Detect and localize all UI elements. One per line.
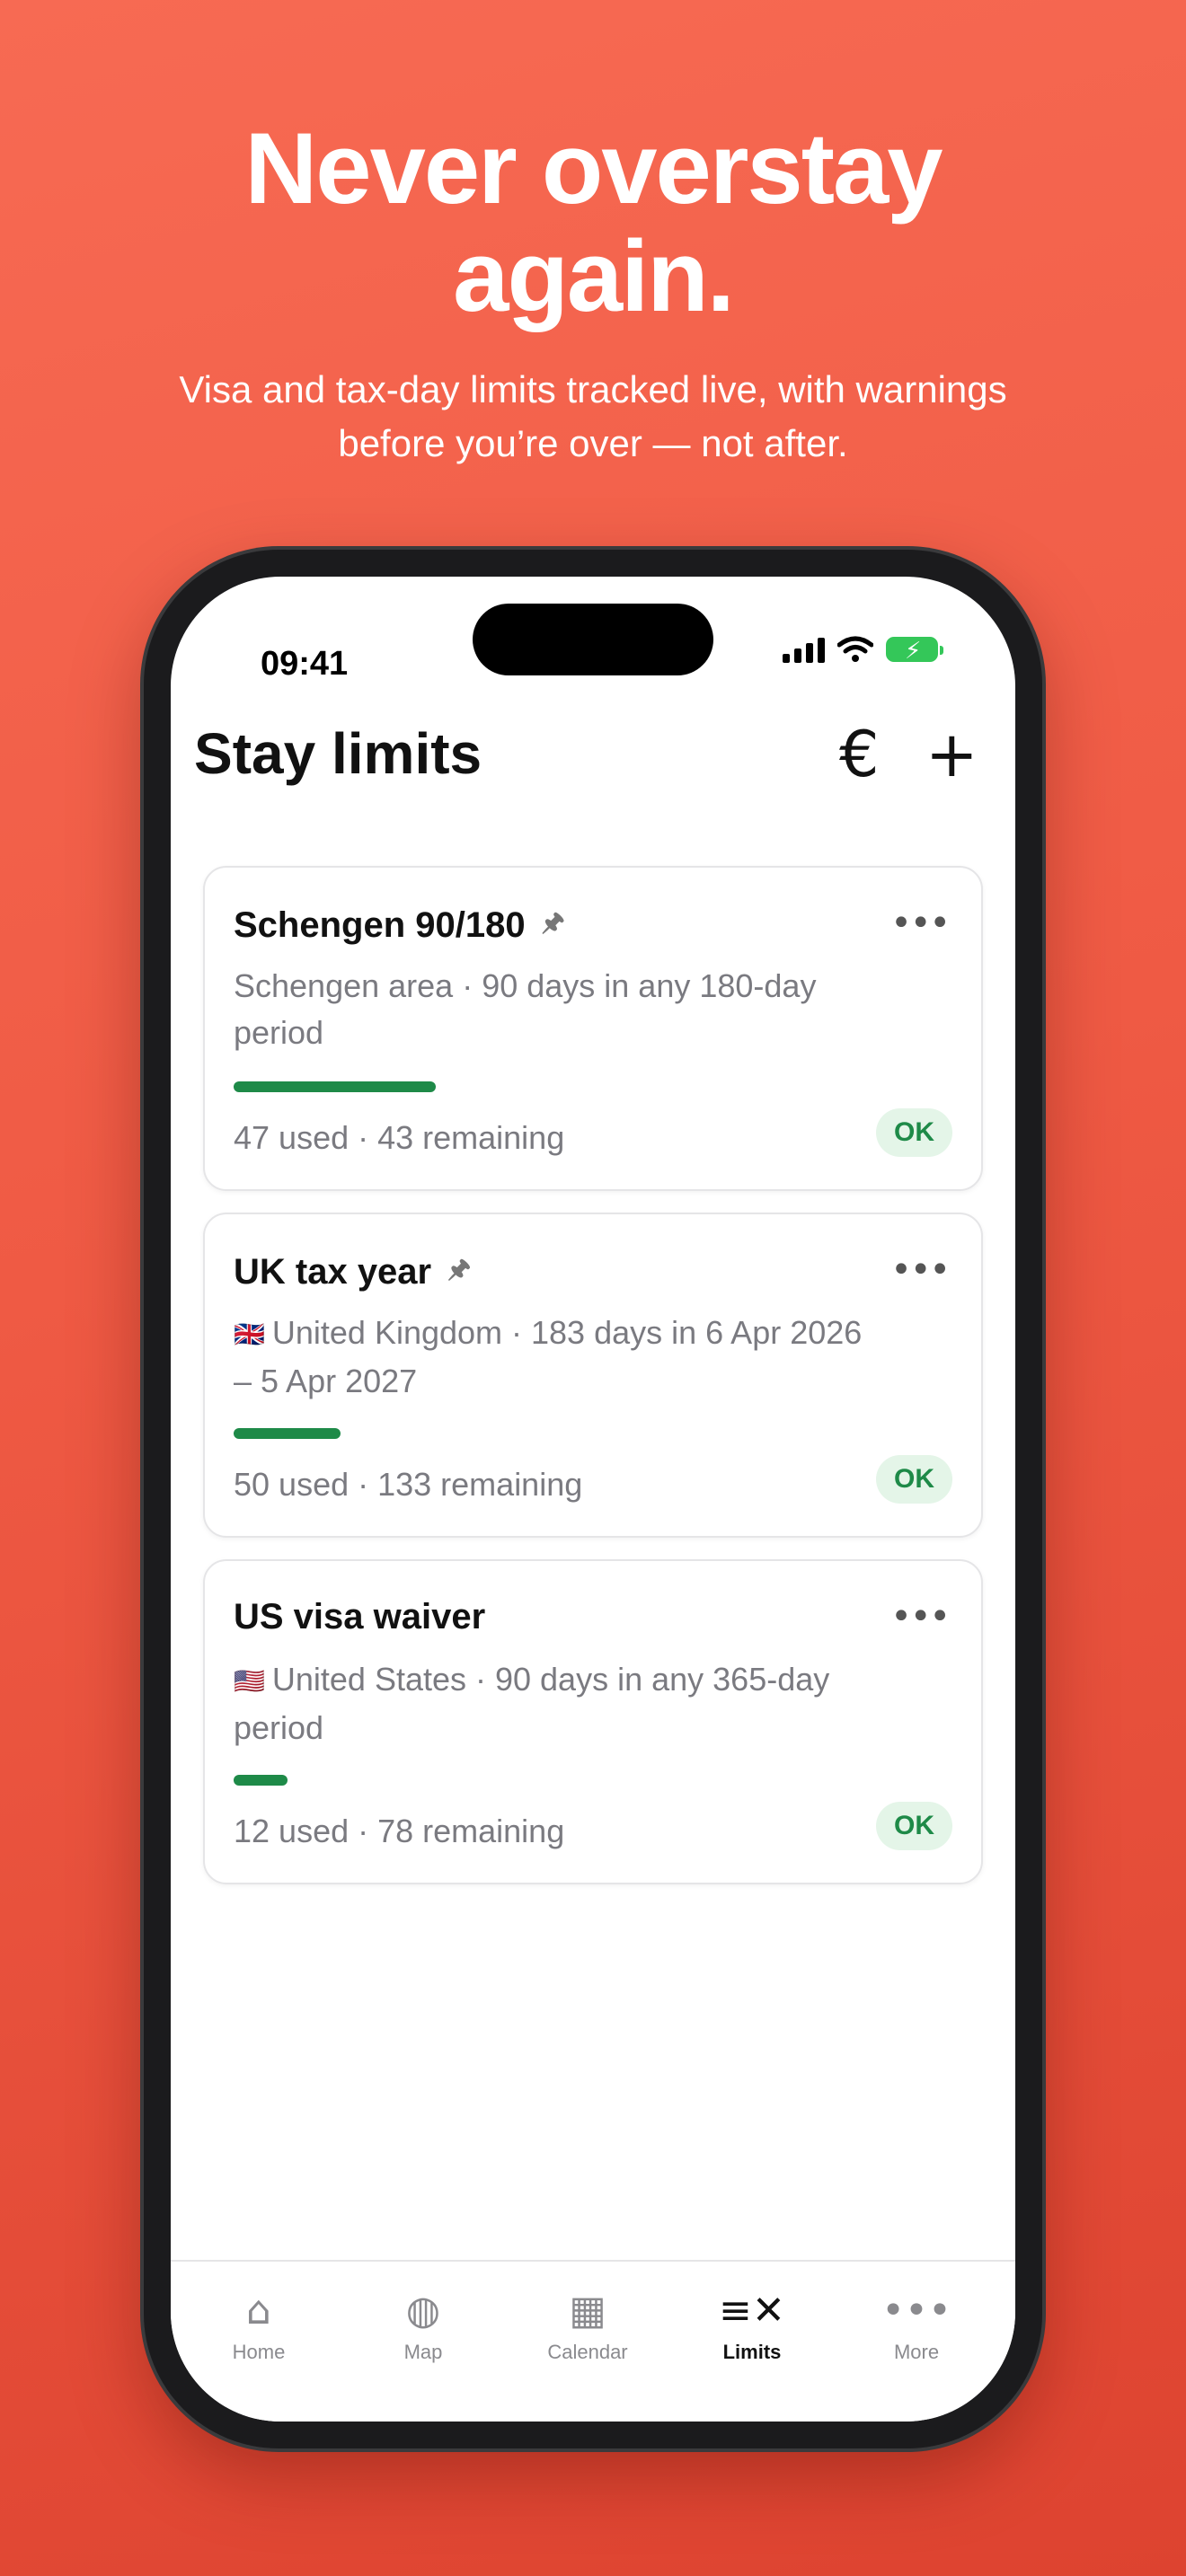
limit-card-schengen[interactable]: Schengen 90/180 🖈 ••• Schengen area · 90… — [203, 866, 983, 1191]
card-subtitle: 🇬🇧 United Kingdom · 183 days in 6 Apr 202… — [234, 1310, 916, 1405]
card-title: UK tax year 🖈 — [234, 1250, 471, 1293]
globe-icon: ◍ — [405, 2288, 441, 2333]
status-icons: ⚡ — [783, 636, 943, 664]
status-badge: OK — [876, 1455, 952, 1504]
subheadline: Visa and tax-day limits tracked live, wi… — [0, 363, 1186, 471]
card-subtitle-line-1: United States · 90 days in any 365-day — [271, 1661, 830, 1698]
card-subtitle-line-1: Schengen area · 90 days in any 180-day — [234, 967, 817, 1004]
headline-line-2: again. — [453, 220, 735, 332]
pin-icon: 🖈 — [541, 908, 565, 936]
card-subtitle: Schengen area · 90 days in any 180-day p… — [234, 963, 916, 1056]
pin-icon: 🖈 — [447, 1255, 472, 1283]
wifi-icon — [837, 636, 873, 662]
phone-frame: 09:41 ⚡ Stay limits € + Schengen 90/180 … — [144, 550, 1042, 2448]
tab-more[interactable]: ••• More — [845, 2287, 988, 2364]
subheadline-line-2: before you’re over — not after. — [338, 422, 848, 464]
more-options-button[interactable]: ••• — [885, 902, 954, 945]
usage-progress-bar — [234, 1428, 341, 1439]
card-subtitle: 🇺🇸 United States · 90 days in any 365-day… — [234, 1656, 916, 1751]
status-badge: OK — [876, 1802, 952, 1850]
card-title-text: UK tax year — [234, 1251, 432, 1292]
phone-screen: 09:41 ⚡ Stay limits € + Schengen 90/180 … — [171, 577, 1015, 2422]
usage-progress-bar — [234, 1775, 288, 1786]
usage-progress-bar — [234, 1081, 436, 1092]
card-title-text: Schengen 90/180 — [234, 904, 526, 945]
tab-label: More — [893, 2341, 940, 2363]
signal-icon — [783, 636, 825, 663]
card-subtitle-line-2: – 5 Apr 2027 — [234, 1363, 418, 1400]
tab-label: Map — [403, 2341, 443, 2363]
tab-bar: ⌂ Home ◍ Map ▦ Calendar ≡✕ Limits ••• Mo… — [171, 2260, 1015, 2422]
tab-label: Calendar — [547, 2341, 628, 2363]
more-options-button[interactable]: ••• — [885, 1595, 954, 1638]
card-title-text: US visa waiver — [234, 1597, 486, 1636]
usage-stats: 12 used · 78 remaining — [234, 1813, 565, 1849]
battery-icon: ⚡ — [886, 637, 943, 664]
add-limit-button[interactable]: + — [925, 719, 978, 790]
headline-line-1: Never overstay — [244, 112, 943, 225]
more-options-button[interactable]: ••• — [885, 1248, 954, 1292]
limits-icon: ≡✕ — [719, 2288, 785, 2333]
page-title: Stay limits — [194, 721, 482, 786]
card-subtitle-line-1: United Kingdom · 183 days in 6 Apr 2026 — [271, 1314, 863, 1351]
status-badge: OK — [876, 1108, 952, 1157]
tab-home[interactable]: ⌂ Home — [187, 2287, 331, 2364]
usage-stats: 47 used · 43 remaining — [234, 1119, 565, 1156]
more-icon: ••• — [881, 2288, 951, 2333]
headline: Never overstay again. — [0, 115, 1186, 331]
tab-calendar[interactable]: ▦ Calendar — [516, 2287, 659, 2364]
home-icon: ⌂ — [246, 2288, 271, 2333]
usage-stats: 50 used · 133 remaining — [234, 1466, 583, 1503]
status-time: 09:41 — [261, 645, 349, 683]
tab-label: Limits — [722, 2341, 782, 2363]
subheadline-line-1: Visa and tax-day limits tracked live, wi… — [179, 368, 1007, 410]
currency-button[interactable]: € — [839, 719, 880, 790]
card-title: Schengen 90/180 🖈 — [234, 904, 565, 947]
limit-card-us-visa[interactable]: US visa waiver ••• 🇺🇸 United States · 90 … — [203, 1559, 983, 1884]
calendar-icon: ▦ — [569, 2288, 606, 2333]
us-flag-icon: 🇺🇸 — [234, 1667, 265, 1696]
tab-limits[interactable]: ≡✕ Limits — [680, 2287, 824, 2364]
limit-card-uk-tax[interactable]: UK tax year 🖈 ••• 🇬🇧 United Kingdom · 183… — [203, 1213, 983, 1538]
card-subtitle-line-2: period — [234, 1014, 324, 1051]
dynamic-island — [473, 604, 713, 675]
tab-map[interactable]: ◍ Map — [351, 2287, 495, 2364]
tab-label: Home — [232, 2341, 286, 2363]
card-subtitle-line-2: period — [234, 1709, 324, 1747]
card-title: US visa waiver — [234, 1597, 485, 1637]
uk-flag-icon: 🇬🇧 — [234, 1320, 265, 1349]
